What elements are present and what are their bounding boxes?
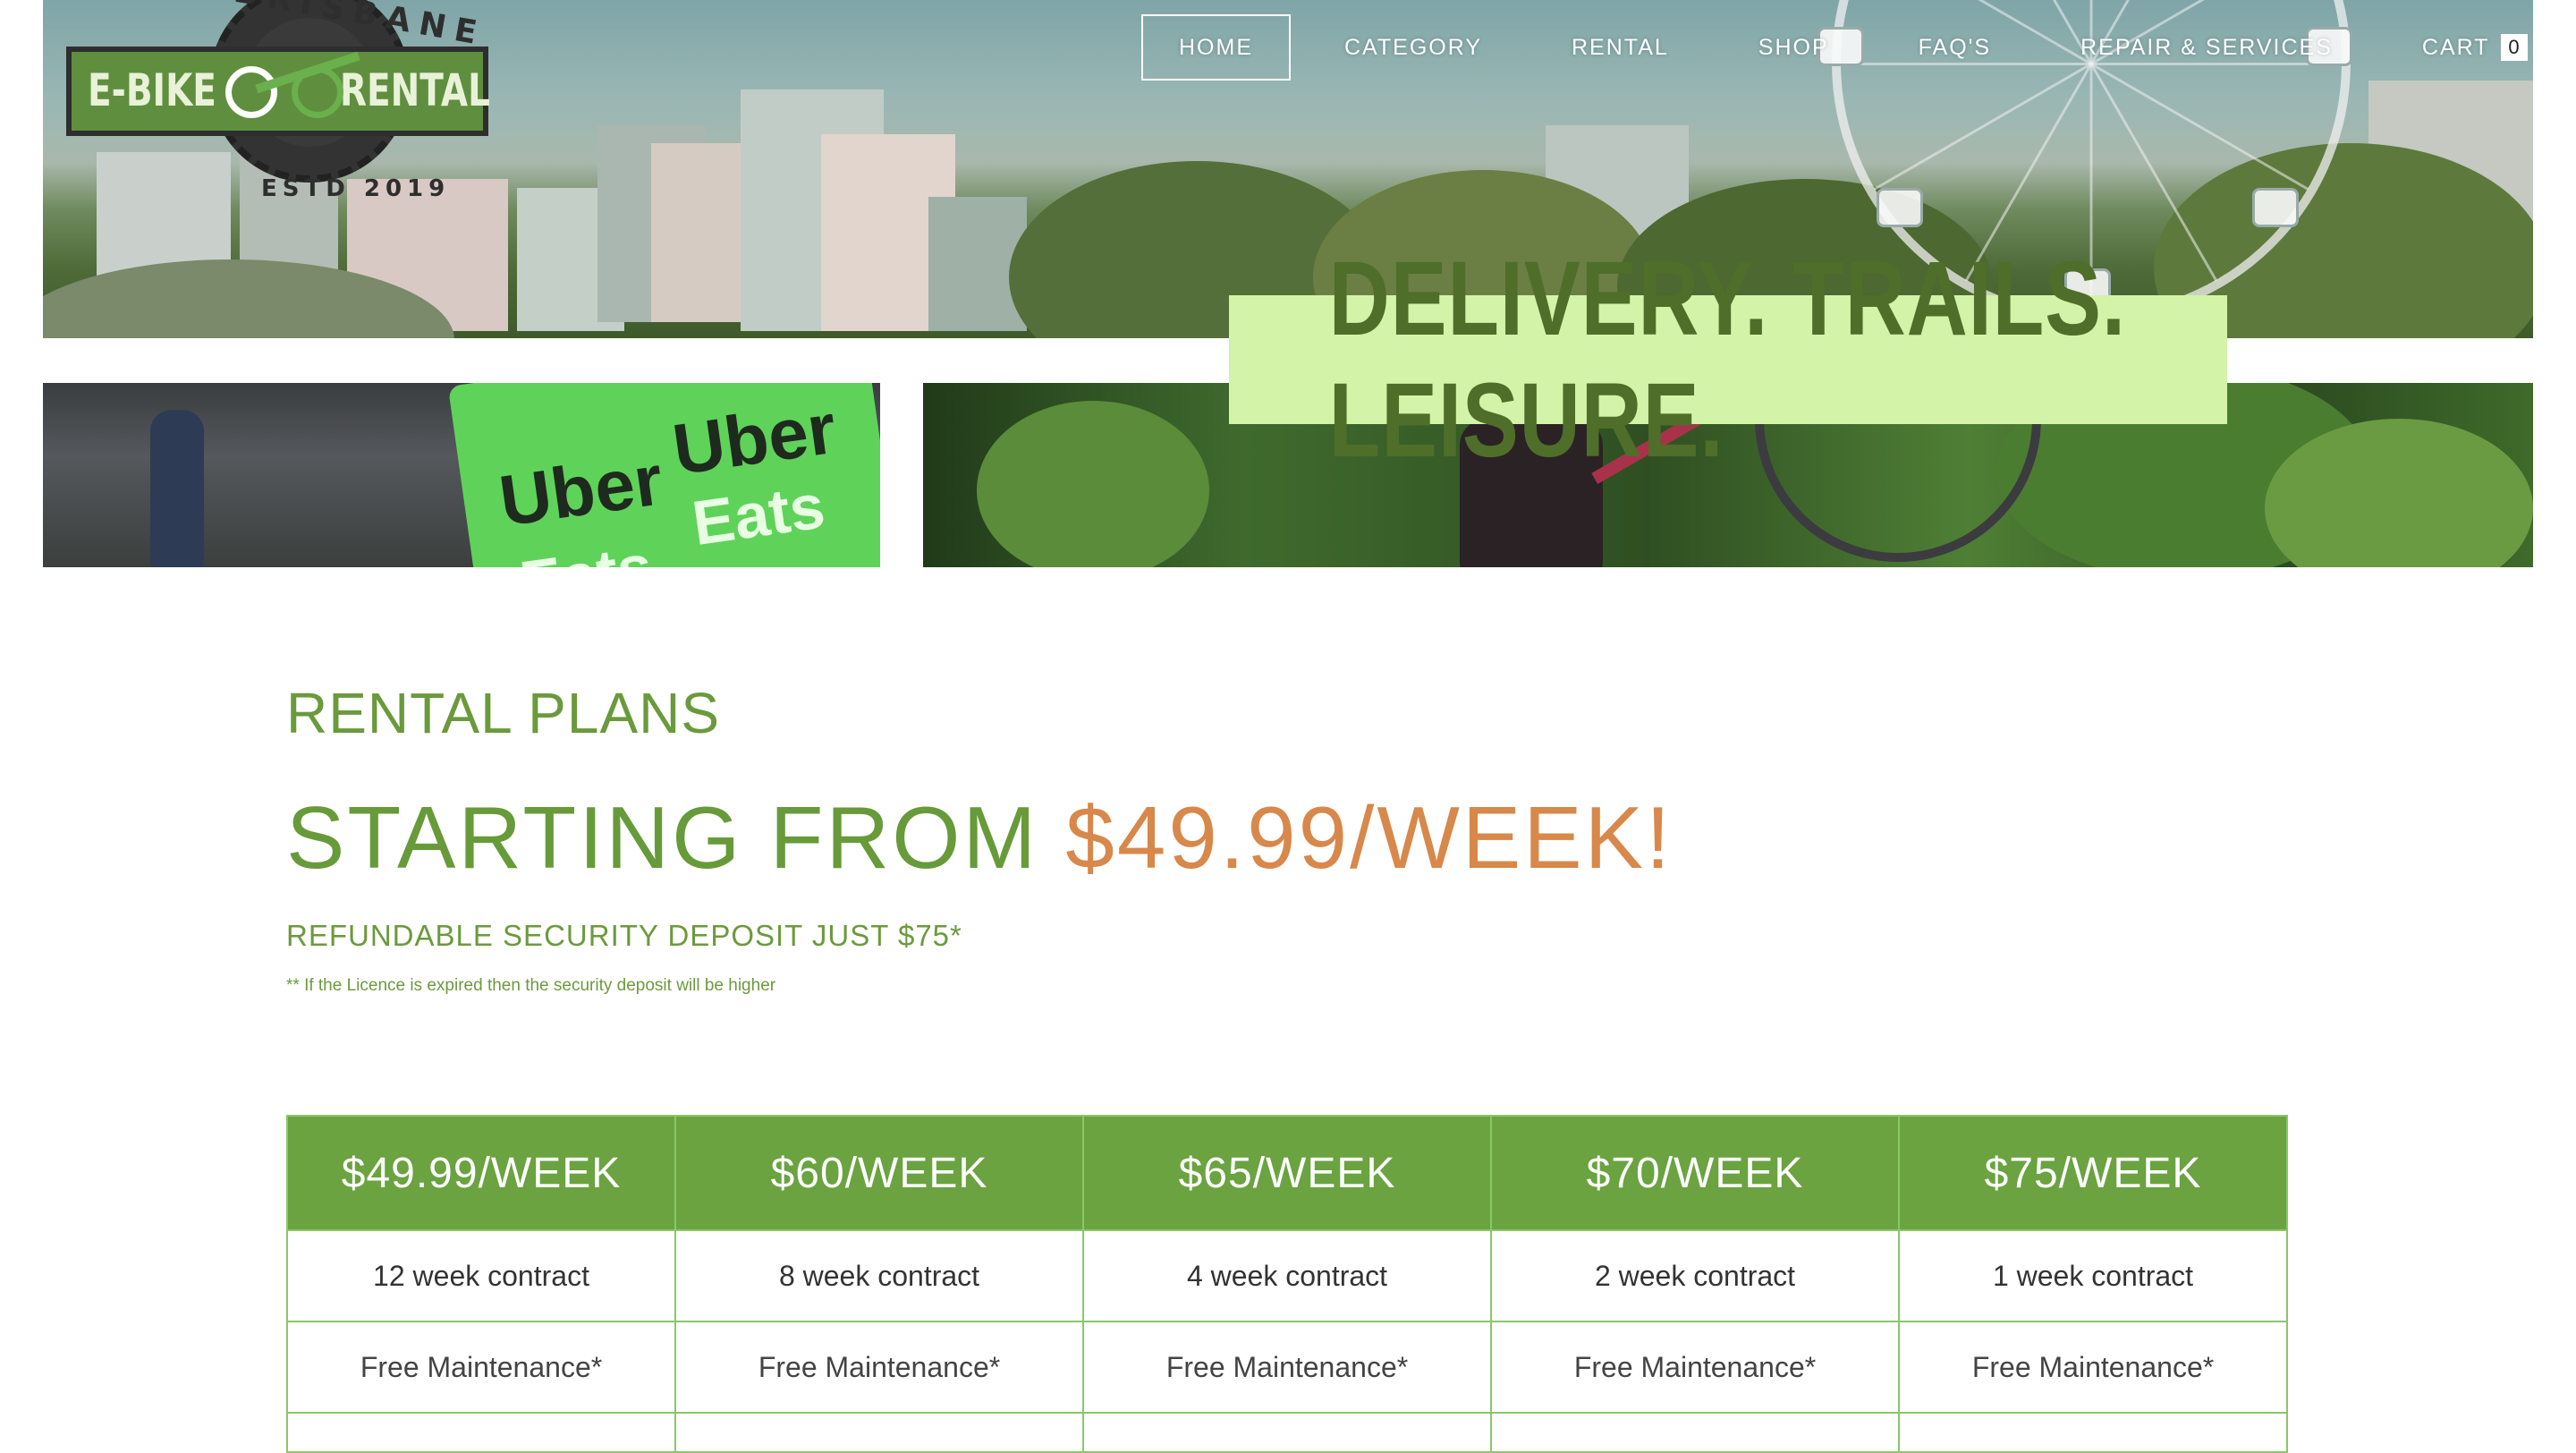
nav-category[interactable]: CATEGORY xyxy=(1310,14,1516,81)
table-row: Free Maintenance* Free Maintenance* Free… xyxy=(286,1321,2288,1414)
headline-prefix: STARTING FROM xyxy=(286,788,1039,887)
empty-cell xyxy=(674,1412,1084,1453)
plan-price-header: $75/WEEK xyxy=(1898,1115,2288,1231)
rental-plans-section: RENTAL PLANS STARTING FROM $49.99/WEEK! … xyxy=(286,680,2290,996)
bike-wheel-icon-left xyxy=(225,66,277,118)
nav-cart[interactable]: CART 0 xyxy=(2388,14,2562,81)
nav-faqs[interactable]: FAQ'S xyxy=(1885,14,2025,81)
main-nav: HOME CATEGORY RENTAL SHOP FAQ'S REPAIR &… xyxy=(1141,14,2562,81)
plan-price-header: $70/WEEK xyxy=(1490,1115,1900,1231)
pedestrian-figure xyxy=(150,410,204,567)
plan-maintenance-cell: Free Maintenance* xyxy=(674,1321,1084,1414)
logo-plate: E-BIKE RENTAL xyxy=(66,47,490,136)
empty-cell xyxy=(1490,1412,1900,1453)
headline-price: $49.99/WEEK! xyxy=(1065,788,1674,887)
logo-right-word: RENTAL xyxy=(340,64,490,116)
delivery-bag: Uber Eats Uber Eats xyxy=(447,383,880,567)
plan-price-header: $65/WEEK xyxy=(1082,1115,1492,1231)
brand-logo[interactable]: E-BIKE RENTAL BRISBANE ESTD 2019 xyxy=(66,0,492,206)
logo-established-text: ESTD 2019 xyxy=(261,175,451,202)
nav-rental[interactable]: RENTAL xyxy=(1538,14,1703,81)
plan-maintenance-cell: Free Maintenance* xyxy=(1898,1321,2288,1414)
cart-count-badge: 0 xyxy=(2500,34,2528,61)
headline: STARTING FROM $49.99/WEEK! xyxy=(286,787,2290,888)
delivery-photo: Uber Eats Uber Eats xyxy=(43,383,880,567)
plan-price-header: $49.99/WEEK xyxy=(286,1115,676,1231)
empty-cell xyxy=(286,1412,676,1453)
tagline-text: DELIVERY. TRAILS. LEISURE. xyxy=(1328,240,2128,480)
plan-contract-cell: 12 week contract xyxy=(286,1229,676,1322)
empty-cell xyxy=(1898,1412,2288,1453)
plan-maintenance-cell: Free Maintenance* xyxy=(1490,1321,1900,1414)
plan-maintenance-cell: Free Maintenance* xyxy=(1082,1321,1492,1414)
plans-table: $49.99/WEEK $60/WEEK $65/WEEK $70/WEEK $… xyxy=(286,1115,2288,1453)
plan-contract-cell: 2 week contract xyxy=(1490,1229,1900,1322)
table-row: 12 week contract 8 week contract 4 week … xyxy=(286,1229,2288,1322)
deposit-note: ** If the Licence is expired then the se… xyxy=(286,976,776,995)
nav-repair-services[interactable]: REPAIR & SERVICES xyxy=(2046,14,2367,81)
bag-brand-text: Uber xyxy=(495,439,667,541)
plans-header-row: $49.99/WEEK $60/WEEK $65/WEEK $70/WEEK $… xyxy=(286,1115,2288,1231)
empty-cell xyxy=(1082,1412,1492,1453)
table-row xyxy=(286,1412,2288,1453)
plan-contract-cell: 8 week contract xyxy=(674,1229,1084,1322)
logo-left-word: E-BIKE xyxy=(88,64,216,116)
plan-contract-cell: 4 week contract xyxy=(1082,1229,1492,1322)
section-title: RENTAL PLANS xyxy=(286,681,721,745)
deposit-text: REFUNDABLE SECURITY DEPOSIT JUST $75* xyxy=(286,919,962,952)
plan-maintenance-cell: Free Maintenance* xyxy=(286,1321,676,1414)
plan-price-header: $60/WEEK xyxy=(674,1115,1084,1231)
plan-contract-cell: 1 week contract xyxy=(1898,1229,2288,1322)
cart-label: CART xyxy=(2421,34,2490,60)
nav-home[interactable]: HOME xyxy=(1141,14,1291,81)
nav-shop[interactable]: SHOP xyxy=(1724,14,1863,81)
